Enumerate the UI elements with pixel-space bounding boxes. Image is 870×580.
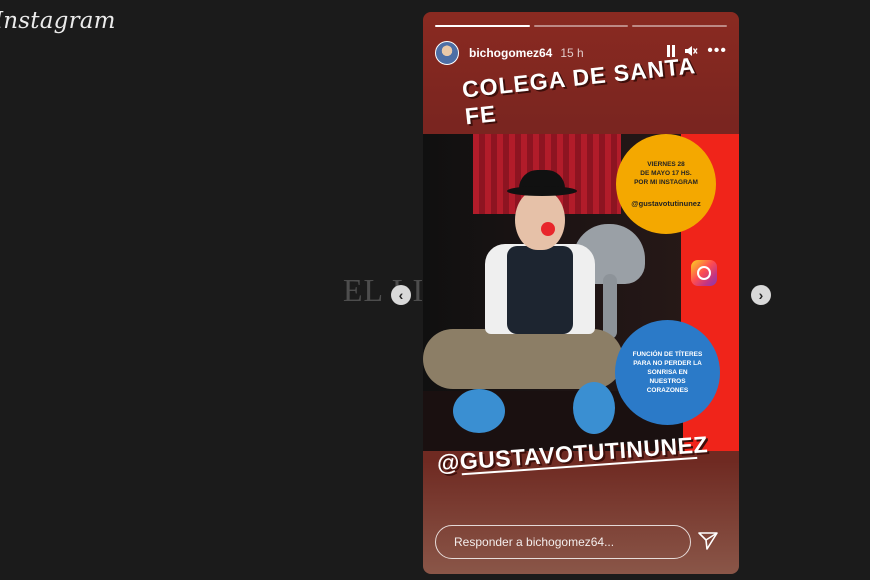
clown-pants bbox=[423, 329, 623, 389]
clown-nose bbox=[541, 222, 555, 236]
clown-shoe bbox=[573, 382, 615, 434]
hat-brim bbox=[507, 186, 577, 196]
progress-segment bbox=[533, 25, 629, 27]
story-viewer[interactable]: bichogomez64 15 h ••• COLEGA DE SANTA FE bbox=[423, 12, 739, 574]
timestamp: 15 h bbox=[560, 46, 584, 60]
reply-input[interactable]: Responder a bichogomez64... bbox=[435, 525, 691, 559]
description-circle: FUNCIÓN DE TÍTERES PARA NO PERDER LA SON… bbox=[615, 320, 720, 425]
username[interactable]: bichogomez64 bbox=[469, 46, 552, 60]
avatar[interactable] bbox=[435, 41, 459, 65]
previous-story-button[interactable]: ‹ bbox=[391, 285, 411, 305]
event-handle: @gustavotutinunez bbox=[631, 199, 701, 208]
more-icon[interactable]: ••• bbox=[707, 43, 727, 59]
event-info-circle: VIERNES 28 DE MAYO 17 HS. POR MI INSTAGR… bbox=[616, 134, 716, 234]
elephant-trunk bbox=[603, 274, 617, 339]
event-description: FUNCIÓN DE TÍTERES PARA NO PERDER LA SON… bbox=[632, 351, 703, 394]
send-icon[interactable] bbox=[697, 530, 719, 552]
event-channel: POR MI INSTAGRAM bbox=[634, 179, 698, 186]
clown-head bbox=[515, 190, 565, 250]
event-day: VIERNES 28 bbox=[647, 161, 685, 168]
clown-shoe bbox=[453, 389, 505, 433]
event-date: DE MAYO 17 HS. bbox=[640, 170, 692, 177]
progress-segment bbox=[632, 25, 728, 27]
story-photo: VIERNES 28 DE MAYO 17 HS. POR MI INSTAGR… bbox=[423, 134, 739, 451]
clown-vest bbox=[507, 246, 573, 334]
next-story-button[interactable]: › bbox=[751, 285, 771, 305]
progress-segment bbox=[435, 25, 530, 27]
instagram-icon bbox=[691, 260, 717, 286]
story-progress bbox=[435, 25, 728, 27]
instagram-logo[interactable]: Instagram bbox=[0, 8, 116, 34]
